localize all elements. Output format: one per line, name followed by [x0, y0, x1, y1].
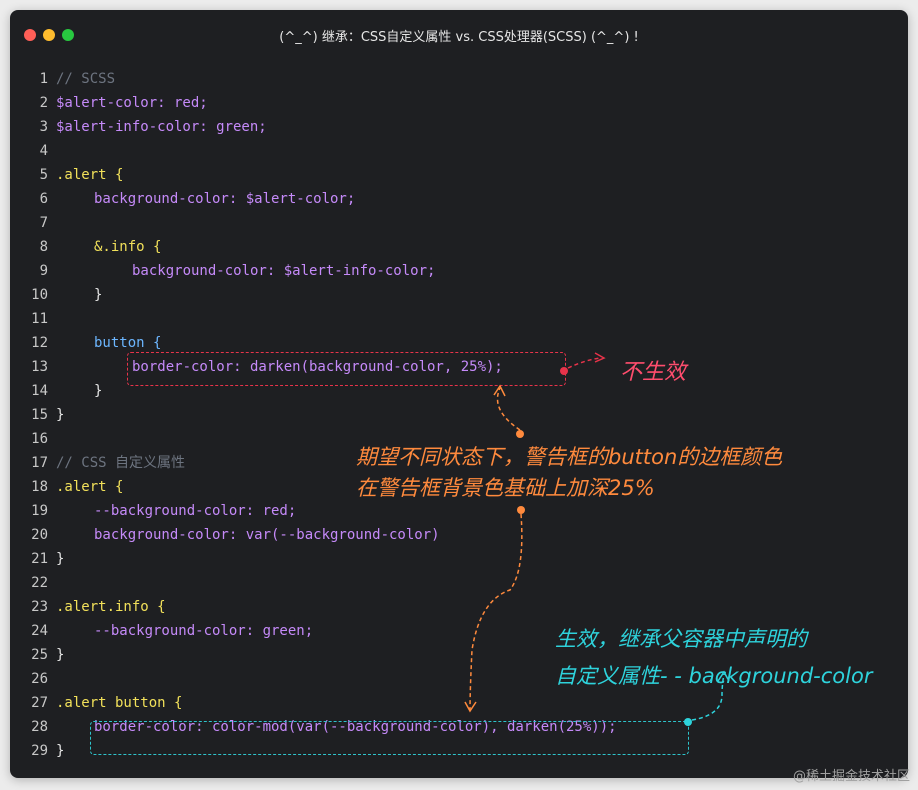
red-marker-dot: [560, 367, 568, 375]
red-arrow: [567, 357, 601, 369]
expectation-annotation: 期望不同状态下，警告框的button的边框颜色 在警告框背景色基础上加深25%: [356, 442, 782, 504]
red-arrowhead: [594, 352, 606, 363]
effective-annotation: 生效，继承父容器中声明的 自定义属性- - background-color: [555, 621, 872, 695]
not-effective-annotation: 不生效: [620, 360, 687, 385]
watermark: @稀土掘金技术社区: [792, 769, 910, 784]
orange-arrowhead-up: [493, 384, 506, 397]
effective-line-2: 自定义属性- - background-color: [555, 664, 873, 688]
expectation-line-2: 在警告框背景色基础上加深25%: [356, 476, 655, 500]
orange-arrow-up: [496, 387, 521, 431]
code-window: (^_^) 继承：CSS自定义属性 vs. CSS处理器(SCSS) (^_^)…: [10, 10, 908, 778]
expectation-line-1: 期望不同状态下，警告框的button的边框颜色: [356, 445, 783, 469]
effective-line-1: 生效，继承父容器中声明的: [555, 627, 807, 651]
orange-marker-dot-top: [516, 430, 524, 438]
orange-marker-dot-bottom: [517, 506, 525, 514]
orange-arrow-down: [469, 513, 523, 711]
cyan-marker-dot: [684, 718, 692, 726]
